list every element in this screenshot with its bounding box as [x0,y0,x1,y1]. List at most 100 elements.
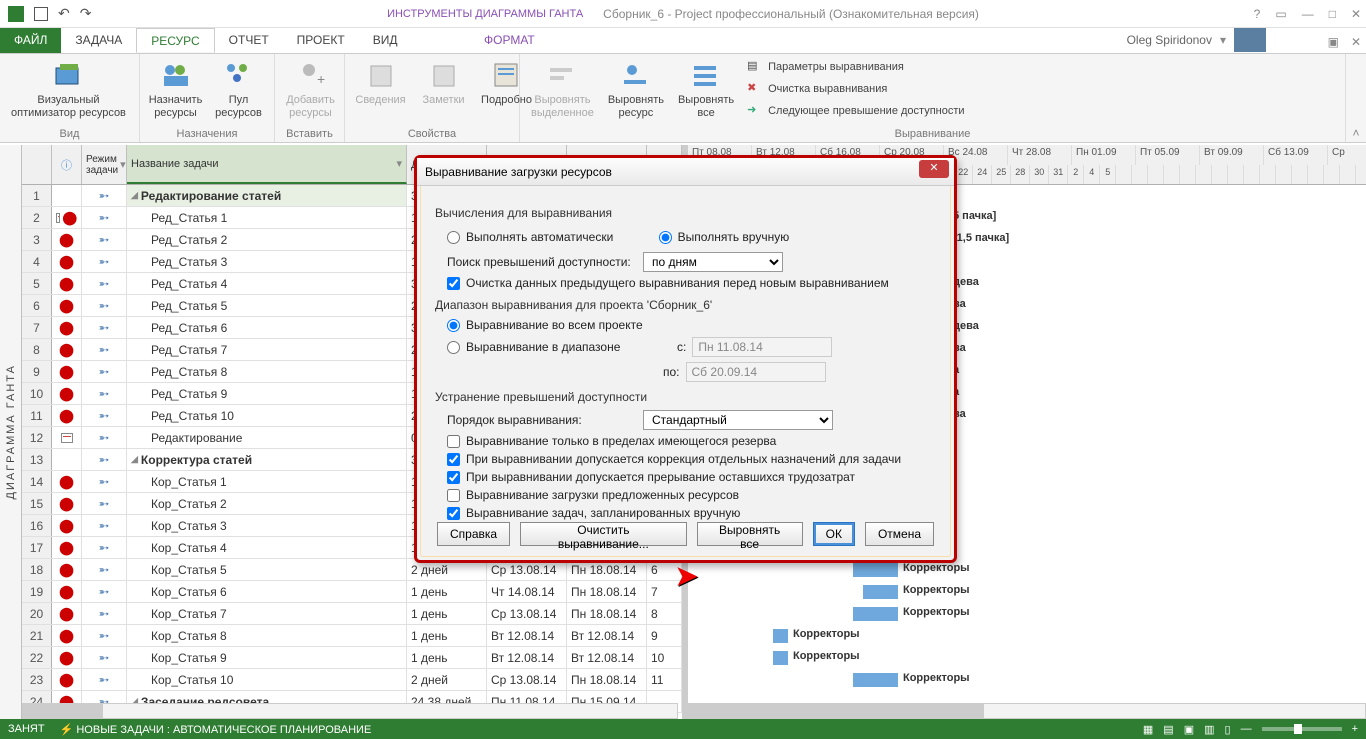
mode-cell[interactable]: ➵ [82,317,127,338]
ribbon-min-icon[interactable]: ▭ [1275,7,1286,21]
pred-cell[interactable]: 7 [647,581,682,602]
mode-cell[interactable]: ➵ [82,427,127,448]
mode-cell[interactable]: ➵ [82,515,127,536]
row-number[interactable]: 15 [22,493,52,514]
col-indicators[interactable]: ⓘ [52,145,82,184]
row-number[interactable]: 19 [22,581,52,602]
collapse-icon[interactable]: ◢ [131,190,138,201]
view-network-icon[interactable]: ▣ [1184,723,1194,736]
ok-button[interactable]: ОК [813,522,855,546]
gantt-row[interactable]: Корректоры [688,669,1366,691]
information-button[interactable]: Сведения [353,57,408,110]
task-name-cell[interactable]: Кор_Статья 3 [127,515,407,536]
visual-optimizer-button[interactable]: Визуальный оптимизатор ресурсов [8,57,129,123]
row-number[interactable]: 2 [22,207,52,228]
finish-cell[interactable]: Вт 12.08.14 [567,625,647,646]
row-number[interactable]: 8 [22,339,52,360]
mode-cell[interactable]: ➵ [82,383,127,404]
task-name-cell[interactable]: Кор_Статья 5 [127,559,407,580]
pred-cell[interactable]: 8 [647,603,682,624]
mode-cell[interactable]: ➵ [82,207,127,228]
minimize-icon[interactable]: — [1302,7,1314,21]
table-hscroll[interactable] [22,703,678,719]
task-name-cell[interactable]: Ред_Статья 2 [127,229,407,250]
pred-cell[interactable]: 10 [647,647,682,668]
gantt-bar[interactable] [853,673,898,687]
radio-manual[interactable]: Выполнять вручную [659,230,790,244]
start-cell[interactable]: Вт 12.08.14 [487,647,567,668]
tab-report[interactable]: ОТЧЕТ [215,28,283,53]
col-mode[interactable]: Режим задачи▾ [82,145,127,184]
start-cell[interactable]: Ср 13.08.14 [487,603,567,624]
ribbon-collapse-icon[interactable]: ˄ [1346,54,1366,142]
table-row[interactable]: 20⬤➵Кор_Статья 71 деньСр 13.08.14Пн 18.0… [22,603,682,625]
finish-cell[interactable]: Пн 18.08.14 [567,581,647,602]
task-name-cell[interactable]: Кор_Статья 1 [127,471,407,492]
mode-cell[interactable]: ➵ [82,185,127,206]
col-rownum[interactable] [22,145,52,184]
close-doc-icon[interactable]: ✕ [1351,35,1361,49]
gantt-bar[interactable] [853,563,898,577]
gantt-hscroll[interactable] [683,703,1366,719]
row-number[interactable]: 18 [22,559,52,580]
table-row[interactable]: 22⬤➵Кор_Статья 91 деньВт 12.08.14Вт 12.0… [22,647,682,669]
radio-range[interactable]: Выравнивание в диапазоне [447,340,677,354]
task-name-cell[interactable]: ◢Корректура статей [127,449,407,470]
user-area[interactable]: Oleg Spiridonov ▾ [1127,28,1266,52]
mode-cell[interactable]: ➵ [82,647,127,668]
add-resources-button[interactable]: + Добавить ресурсы [283,57,338,123]
zoom-slider[interactable] [1262,727,1342,731]
row-number[interactable]: 12 [22,427,52,448]
row-number[interactable]: 5 [22,273,52,294]
row-number[interactable]: 9 [22,361,52,382]
duration-cell[interactable]: 1 день [407,647,487,668]
mode-cell[interactable]: ➵ [82,603,127,624]
save-icon[interactable] [34,7,48,21]
task-name-cell[interactable]: Кор_Статья 9 [127,647,407,668]
gantt-row[interactable]: Корректоры [688,647,1366,669]
leveling-options-button[interactable]: ▤Параметры выравнивания [745,57,966,77]
level-all-button[interactable]: Выровнять все [675,57,737,123]
mode-cell[interactable]: ➵ [82,229,127,250]
date-from-input[interactable] [692,337,832,357]
tab-resource[interactable]: РЕСУРС [136,28,214,53]
task-name-cell[interactable]: Кор_Статья 10 [127,669,407,690]
tab-view[interactable]: ВИД [359,28,412,53]
finish-cell[interactable]: Пн 18.08.14 [567,669,647,690]
gantt-bar[interactable] [773,629,788,643]
task-name-cell[interactable]: Ред_Статья 1 [127,207,407,228]
task-name-cell[interactable]: Ред_Статья 5 [127,295,407,316]
task-name-cell[interactable]: Кор_Статья 7 [127,603,407,624]
table-row[interactable]: 21⬤➵Кор_Статья 81 деньВт 12.08.14Вт 12.0… [22,625,682,647]
row-number[interactable]: 21 [22,625,52,646]
finish-cell[interactable]: Вт 12.08.14 [567,647,647,668]
gantt-bar[interactable] [863,585,898,599]
tab-format[interactable]: ФОРМАТ [470,28,549,53]
row-number[interactable]: 4 [22,251,52,272]
task-name-cell[interactable]: Ред_Статья 3 [127,251,407,272]
row-number[interactable]: 10 [22,383,52,404]
level-all-button[interactable]: Выровнять все [697,522,803,546]
task-name-cell[interactable]: Ред_Статья 8 [127,361,407,382]
radio-entire[interactable]: Выравнивание во всем проекте [447,318,936,332]
help-button[interactable]: Справка [437,522,510,546]
checkbox-manual-tasks[interactable]: Выравнивание задач, запланированных вруч… [447,506,936,520]
row-number[interactable]: 22 [22,647,52,668]
zoom-plus-icon[interactable]: + [1352,723,1358,735]
task-name-cell[interactable]: ◢Редактирование статей [127,185,407,206]
zoom-in-icon[interactable]: — [1241,723,1252,735]
duration-cell[interactable]: 1 день [407,603,487,624]
task-name-cell[interactable]: Ред_Статья 10 [127,405,407,426]
start-cell[interactable]: Ср 13.08.14 [487,669,567,690]
dialog-titlebar[interactable]: Выравнивание загрузки ресурсов ✕ [417,158,954,186]
row-number[interactable]: 1 [22,185,52,206]
view-usage-icon[interactable]: ▤ [1163,723,1173,736]
close-icon[interactable]: ✕ [1351,7,1361,21]
task-name-cell[interactable]: Кор_Статья 8 [127,625,407,646]
mode-cell[interactable]: ➵ [82,339,127,360]
row-number[interactable]: 16 [22,515,52,536]
gantt-row[interactable]: Корректоры [688,581,1366,603]
mode-cell[interactable]: ➵ [82,405,127,426]
next-overalloc-button[interactable]: ➜Следующее превышение доступности [745,101,966,121]
table-row[interactable]: 19⬤➵Кор_Статья 61 деньЧт 14.08.14Пн 18.0… [22,581,682,603]
